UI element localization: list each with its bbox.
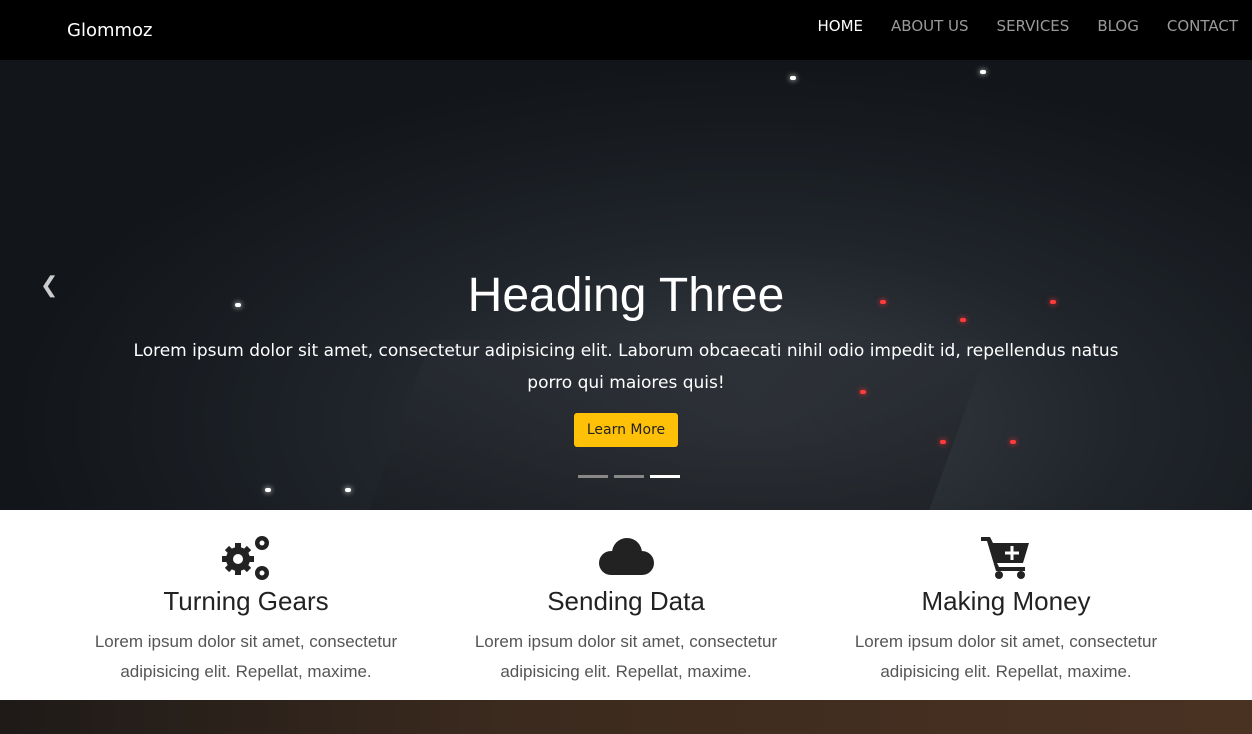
- feature-title: Turning Gears: [163, 586, 329, 616]
- carousel-indicators: [578, 475, 680, 478]
- nav-contact[interactable]: CONTACT: [1167, 17, 1238, 35]
- nav-menu: HOME ABOUT US SERVICES BLOG CONTACT: [818, 17, 1238, 35]
- hero-carousel: ❮ Heading Three Lorem ipsum dolor sit am…: [0, 60, 1252, 510]
- hero-text: Lorem ipsum dolor sit amet, consectetur …: [133, 341, 1119, 393]
- feature-gears: Turning Gears Lorem ipsum dolor sit amet…: [56, 530, 436, 687]
- cloud-icon: [436, 530, 816, 584]
- nav-blog[interactable]: BLOG: [1097, 17, 1139, 35]
- nav-services[interactable]: SERVICES: [997, 17, 1070, 35]
- navbar: Glommoz HOME ABOUT US SERVICES BLOG CONT…: [0, 0, 1252, 60]
- nav-about[interactable]: ABOUT US: [891, 17, 969, 35]
- indicator-2[interactable]: [614, 475, 644, 478]
- carousel-caption: Heading Three Lorem ipsum dolor sit amet…: [0, 268, 1252, 447]
- cogs-icon: [56, 530, 436, 584]
- feature-text: Lorem ipsum dolor sit amet, consectetur …: [94, 632, 398, 681]
- hero-heading: Heading Three: [467, 269, 785, 322]
- indicator-1[interactable]: [578, 475, 608, 478]
- nav-home[interactable]: HOME: [818, 17, 864, 35]
- feature-title: Making Money: [921, 586, 1091, 616]
- brand-logo[interactable]: Glommoz: [67, 20, 153, 41]
- feature-money: Making Money Lorem ipsum dolor sit amet,…: [816, 530, 1196, 687]
- features-section: Turning Gears Lorem ipsum dolor sit amet…: [0, 510, 1252, 700]
- feature-text: Lorem ipsum dolor sit amet, consectetur …: [854, 632, 1158, 681]
- indicator-3[interactable]: [650, 475, 680, 478]
- feature-text: Lorem ipsum dolor sit amet, consectetur …: [474, 632, 778, 681]
- feature-data: Sending Data Lorem ipsum dolor sit amet,…: [436, 530, 816, 687]
- cart-plus-icon: [816, 530, 1196, 584]
- learn-more-button[interactable]: Learn More: [573, 413, 679, 447]
- feature-title: Sending Data: [547, 586, 705, 616]
- next-section-background: [0, 700, 1252, 734]
